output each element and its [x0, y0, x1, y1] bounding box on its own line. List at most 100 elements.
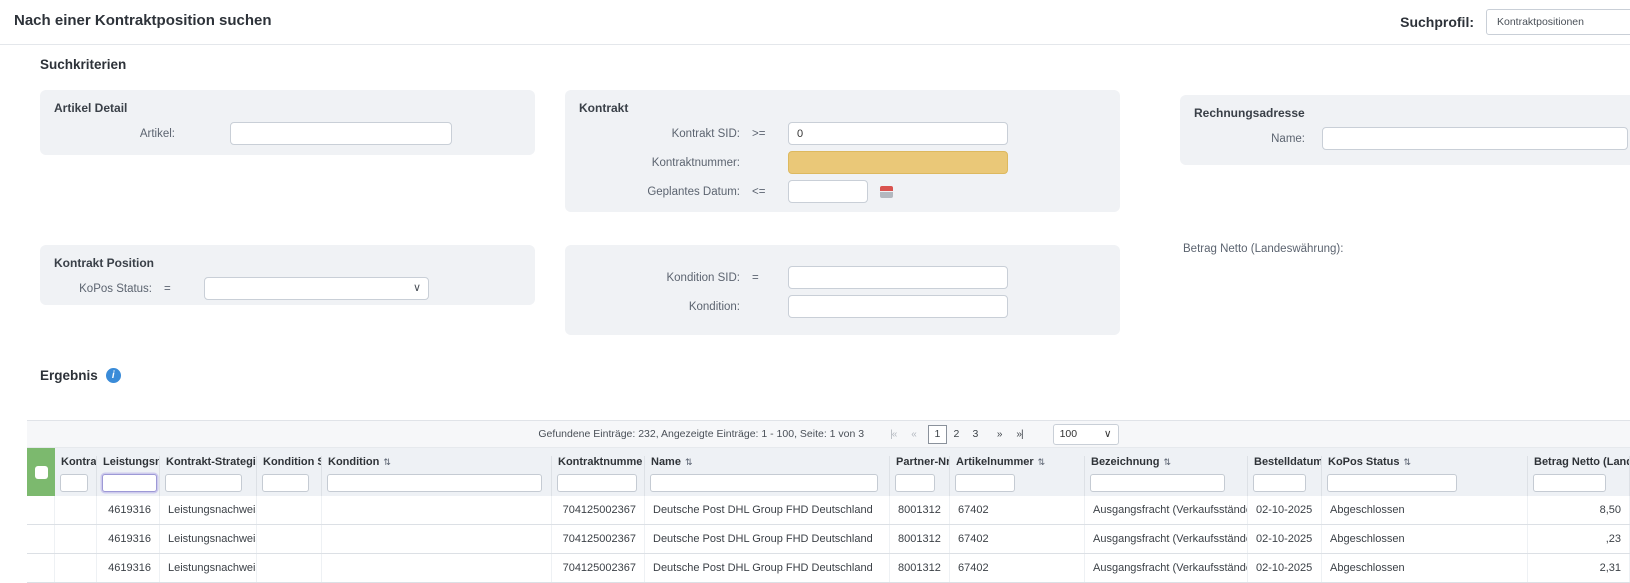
panel-artikel-detail: Artikel Detail Artikel:: [40, 90, 535, 155]
filter-input-kopos-status[interactable]: [1327, 474, 1457, 492]
table-cell-bezeichnung: Ausgangsfracht (Verkaufsständer): [1085, 525, 1248, 553]
table-filter-row: [27, 470, 1630, 496]
panel-kontrakt: Kontrakt Kontrakt SID: >= Kontraktnummer…: [565, 90, 1120, 212]
column-header-leistungsnachweis: Leistungsna: [97, 456, 160, 470]
filter-input-bezeichnung[interactable]: [1090, 474, 1225, 492]
filter-cell-kontraktnummer: [552, 470, 645, 496]
filter-input-name[interactable]: [650, 474, 878, 492]
table-cell-kondition: [322, 554, 552, 582]
sort-icon[interactable]: ⇅: [383, 457, 391, 468]
chevron-down-icon: ∨: [1104, 428, 1112, 440]
kopos-status-select-value[interactable]: [204, 277, 429, 300]
select-all-checkbox[interactable]: [27, 448, 55, 496]
prev-page-icon[interactable]: «: [908, 429, 919, 440]
results-table: Gefundene Einträge: 232, Angezeigte Eint…: [27, 420, 1630, 583]
table-row[interactable]: 4619316Leistungsnachweis704125002367Deut…: [27, 554, 1630, 583]
column-header-artikelnummer[interactable]: Artikelnummer⇅: [950, 456, 1085, 470]
panel-kontrakt-title: Kontrakt: [565, 90, 1120, 119]
table-row[interactable]: 4619316Leistungsnachweis704125002367Deut…: [27, 496, 1630, 525]
filter-cell-artikelnummer: [950, 470, 1085, 496]
sort-icon[interactable]: ⇅: [1038, 457, 1046, 468]
table-cell-bezeichnung: Ausgangsfracht (Verkaufsständer): [1085, 496, 1248, 524]
sort-icon[interactable]: ⇅: [685, 457, 693, 468]
kondition-label: Kondition:: [565, 301, 740, 313]
table-cell-betrag-netto: 8,50: [1528, 496, 1630, 524]
filter-input-betrag-netto[interactable]: [1533, 474, 1606, 492]
table-cell-name: Deutsche Post DHL Group FHD Deutschland: [645, 496, 890, 524]
table-cell-kontraktnummer: 704125002367: [552, 554, 645, 582]
filter-input-kontraktnummer[interactable]: [557, 474, 637, 492]
table-cell-partner-nr: 8001312: [890, 525, 950, 553]
first-page-icon[interactable]: |«: [887, 429, 899, 440]
filter-input-bestelldatum[interactable]: [1253, 474, 1306, 492]
table-row[interactable]: 4619316Leistungsnachweis704125002367Deut…: [27, 525, 1630, 554]
column-header-bestelldatum[interactable]: Bestelldatum⇅: [1248, 456, 1322, 470]
panel-kondition: Kondition SID: = Kondition:: [565, 245, 1120, 335]
kopos-status-operator: =: [152, 283, 192, 295]
page-size-value: 100: [1060, 428, 1078, 440]
suchprofil-group: Suchprofil: Kontraktpositionen: [1400, 9, 1630, 35]
table-cell-kopos-status: Abgeschlossen: [1322, 496, 1528, 524]
filter-cell-betrag-netto: [1528, 470, 1630, 496]
table-cell-kondition-sid: [257, 496, 322, 524]
filter-cell-bestelldatum: [1248, 470, 1322, 496]
filter-input-kontrakt[interactable]: [60, 474, 88, 492]
filter-input-partner-nr[interactable]: [895, 474, 935, 492]
page-size-select[interactable]: 100 ∨: [1053, 424, 1119, 445]
geplantes-datum-input[interactable]: [788, 180, 868, 203]
page-button-3[interactable]: 3: [966, 425, 985, 444]
table-cell-kondition-sid: [257, 554, 322, 582]
filter-input-artikelnummer[interactable]: [955, 474, 1015, 492]
page-button-2[interactable]: 2: [947, 425, 966, 444]
filter-cell-name: [645, 470, 890, 496]
table-header-block: KontralLeistungsnaKontrakt-StrategieKond…: [27, 448, 1630, 496]
table-cell-partner-nr: 8001312: [890, 554, 950, 582]
kondition-input[interactable]: [788, 295, 1008, 318]
calendar-icon[interactable]: [880, 186, 893, 198]
info-icon[interactable]: i: [106, 368, 121, 383]
sort-icon[interactable]: ⇅: [1163, 457, 1171, 468]
panel-rechnungsadresse-title: Rechnungsadresse: [1180, 95, 1630, 124]
table-cell-kontraktnummer: 704125002367: [552, 525, 645, 553]
column-header-kopos-status[interactable]: KoPos Status⇅: [1322, 456, 1528, 470]
column-header-partner-nr: Partner-Nr.: [890, 456, 950, 470]
table-cell-kondition: [322, 496, 552, 524]
next-page-icon[interactable]: »: [994, 429, 1005, 440]
kondition-sid-input[interactable]: [788, 266, 1008, 289]
artikel-input[interactable]: [230, 122, 452, 145]
suchprofil-select[interactable]: Kontraktpositionen: [1486, 9, 1630, 35]
filter-cell-kopos-status: [1322, 470, 1528, 496]
kontrakt-sid-operator: >=: [740, 128, 786, 140]
kopos-status-label: KoPos Status:: [40, 283, 152, 295]
column-header-bezeichnung[interactable]: Bezeichnung⇅: [1085, 456, 1248, 470]
last-page-icon[interactable]: »|: [1013, 429, 1025, 440]
table-cell-name: Deutsche Post DHL Group FHD Deutschland: [645, 525, 890, 553]
page-button-1[interactable]: 1: [928, 425, 947, 444]
table-cell-kontrakt-strategie: Leistungsnachweis: [160, 525, 257, 553]
column-header-kondition[interactable]: Kondition⇅: [322, 456, 552, 470]
rechnung-name-label: Name:: [1180, 133, 1305, 145]
kondition-sid-operator: =: [740, 272, 786, 284]
column-header-name[interactable]: Name⇅: [645, 456, 890, 470]
table-header-row: KontralLeistungsnaKontrakt-StrategieKond…: [27, 448, 1630, 470]
kontraktnummer-input[interactable]: [788, 151, 1008, 174]
rechnung-name-input[interactable]: [1322, 127, 1628, 150]
table-cell-artikelnummer: 67402: [950, 496, 1085, 524]
table-cell-kontrakt: [55, 525, 97, 553]
column-header-kontrakt-strategie: Kontrakt-Strategie: [160, 456, 257, 470]
sort-icon[interactable]: ⇅: [1404, 457, 1412, 468]
kontrakt-sid-input[interactable]: [788, 122, 1008, 145]
table-cell-bezeichnung: Ausgangsfracht (Verkaufsständer): [1085, 554, 1248, 582]
ergebnis-title: Ergebnis i: [40, 368, 121, 383]
table-cell-leistungsnachweis: 4619316: [97, 496, 160, 524]
kopos-status-select[interactable]: ∨: [204, 277, 429, 300]
filter-input-kondition-sid[interactable]: [262, 474, 309, 492]
filter-input-kondition[interactable]: [327, 474, 542, 492]
column-header-kontraktnummer: Kontraktnumme: [552, 456, 645, 470]
filter-input-kontrakt-strategie[interactable]: [165, 474, 242, 492]
filter-cell-kondition-sid: [257, 470, 322, 496]
geplantes-datum-label: Geplantes Datum:: [565, 186, 740, 198]
panel-kontrakt-position: Kontrakt Position KoPos Status: = ∨: [40, 245, 535, 305]
filter-input-leistungsnachweis[interactable]: [102, 474, 157, 492]
table-cell-betrag-netto: ,23: [1528, 525, 1630, 553]
